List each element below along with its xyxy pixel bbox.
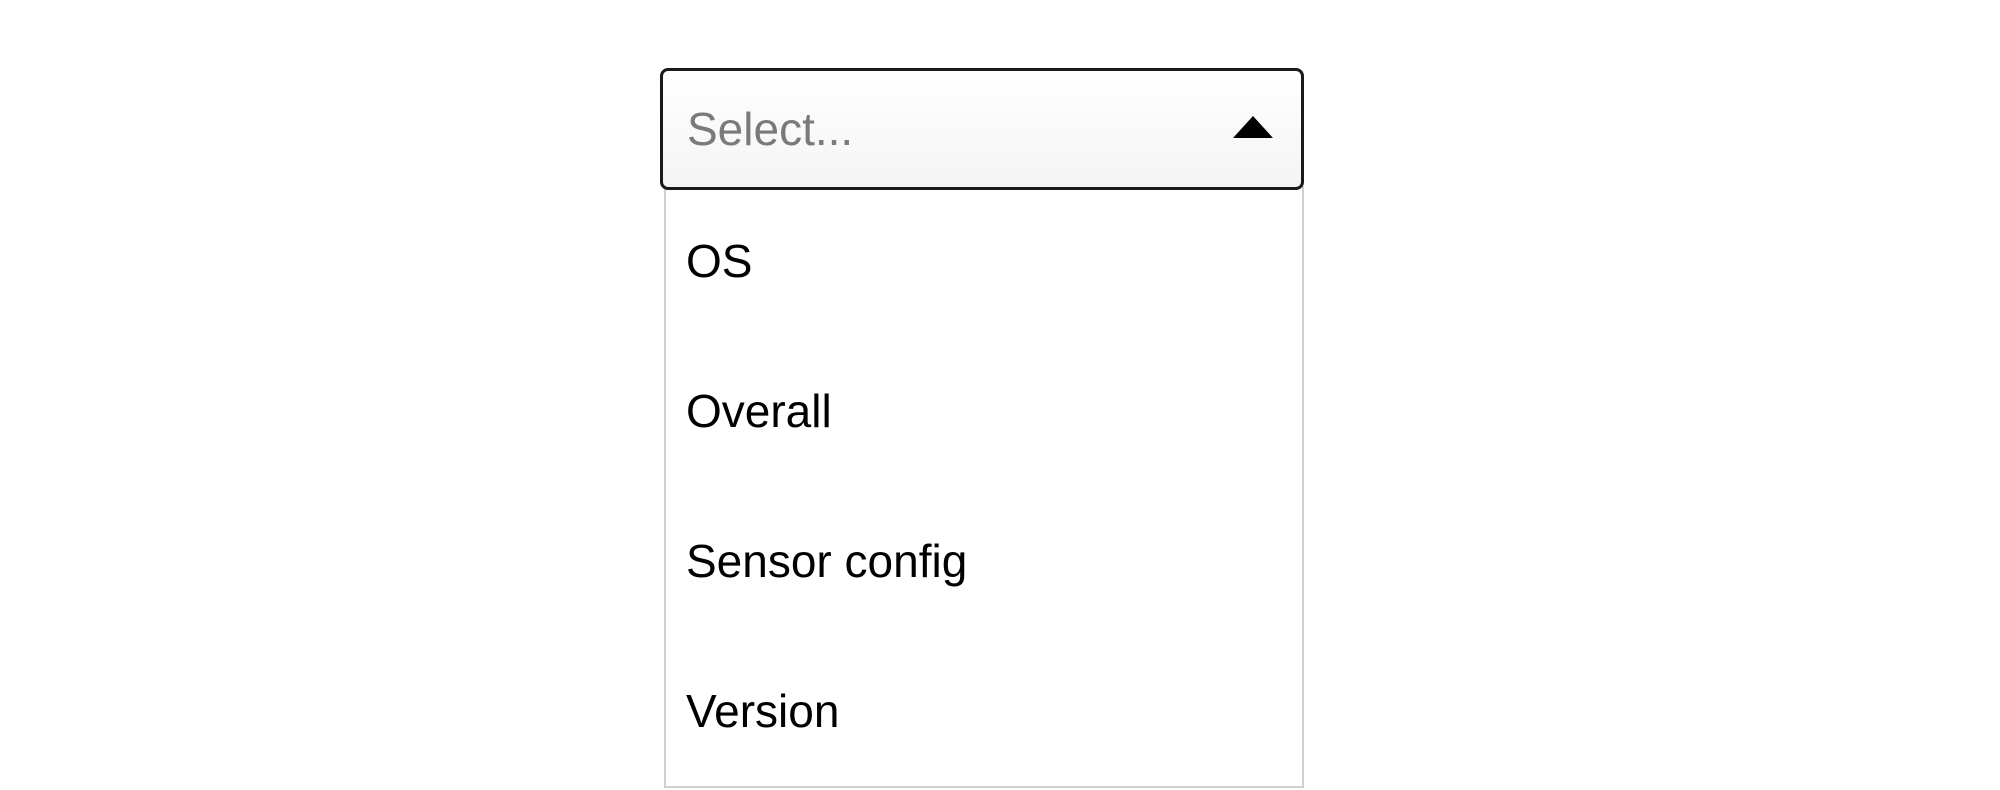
dropdown-option-overall[interactable]: Overall (666, 336, 1302, 486)
select-placeholder: Select... (687, 102, 853, 156)
dropdown-list: OS Overall Sensor config Version (664, 186, 1304, 788)
select-button[interactable]: Select... (660, 68, 1304, 190)
dropdown-option-sensor-config[interactable]: Sensor config (666, 486, 1302, 636)
dropdown-option-os[interactable]: OS (666, 196, 1302, 336)
dropdown-select: Select... OS Overall Sensor config Versi… (660, 68, 1304, 788)
dropdown-option-version[interactable]: Version (666, 636, 1302, 786)
caret-up-icon (1233, 116, 1273, 138)
